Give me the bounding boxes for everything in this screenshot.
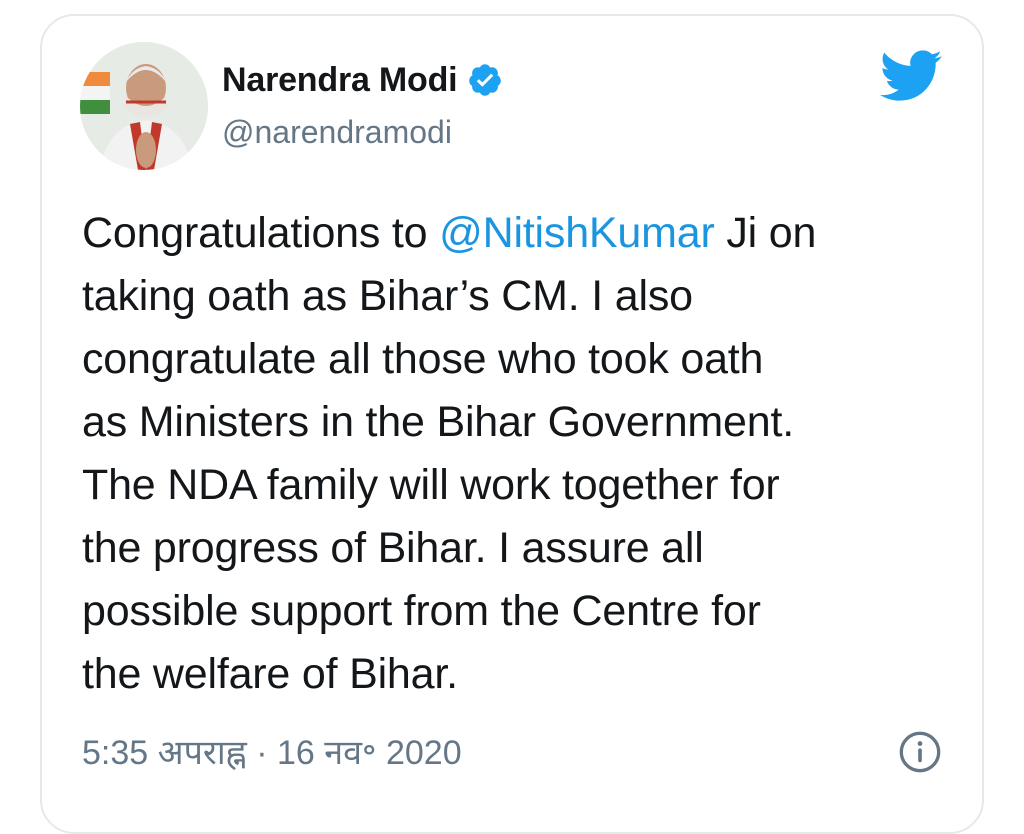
mention-link[interactable]: @NitishKumar [439,209,715,257]
twitter-bird-icon[interactable] [880,50,942,102]
info-icon[interactable] [898,730,942,774]
tweet-text: Congratulations to @NitishKumar Ji on ta… [82,202,962,706]
tweet-text-line: possible support from the Centre for [82,587,761,635]
author-handle[interactable]: @narendramodi [222,114,452,151]
verified-badge-icon [469,64,502,96]
tweet-timestamp[interactable]: 5:35 अपराह्न · 16 नव॰ 2020 [82,728,462,774]
meta-separator: · [256,734,268,772]
text-segment: Ji on [714,209,817,257]
tweet-text-line: Congratulations to @NitishKumar Ji on [82,202,962,265]
text-segment: Congratulations to [82,209,440,257]
author-name-row[interactable]: Narendra Modi [222,56,503,104]
avatar[interactable] [80,42,208,170]
tweet-text-line: congratulate all those who took oath [82,335,764,383]
tweet-time[interactable]: 5:35 अपराह्न [82,734,247,772]
avatar-image [80,42,208,170]
tweet-text-line: The NDA family will work together for [82,461,780,509]
tweet-date[interactable]: 16 नव॰ 2020 [277,734,462,772]
tweet-text-line: the welfare of Bihar. [82,650,458,698]
tweet-text-line: taking oath as Bihar’s CM. I also [82,272,693,320]
tweet-text-line: the progress of Bihar. I assure all [82,524,704,572]
tweet-text-line: as Ministers in the Bihar Government. [82,398,794,446]
author-display-name[interactable]: Narendra Modi [222,61,458,100]
